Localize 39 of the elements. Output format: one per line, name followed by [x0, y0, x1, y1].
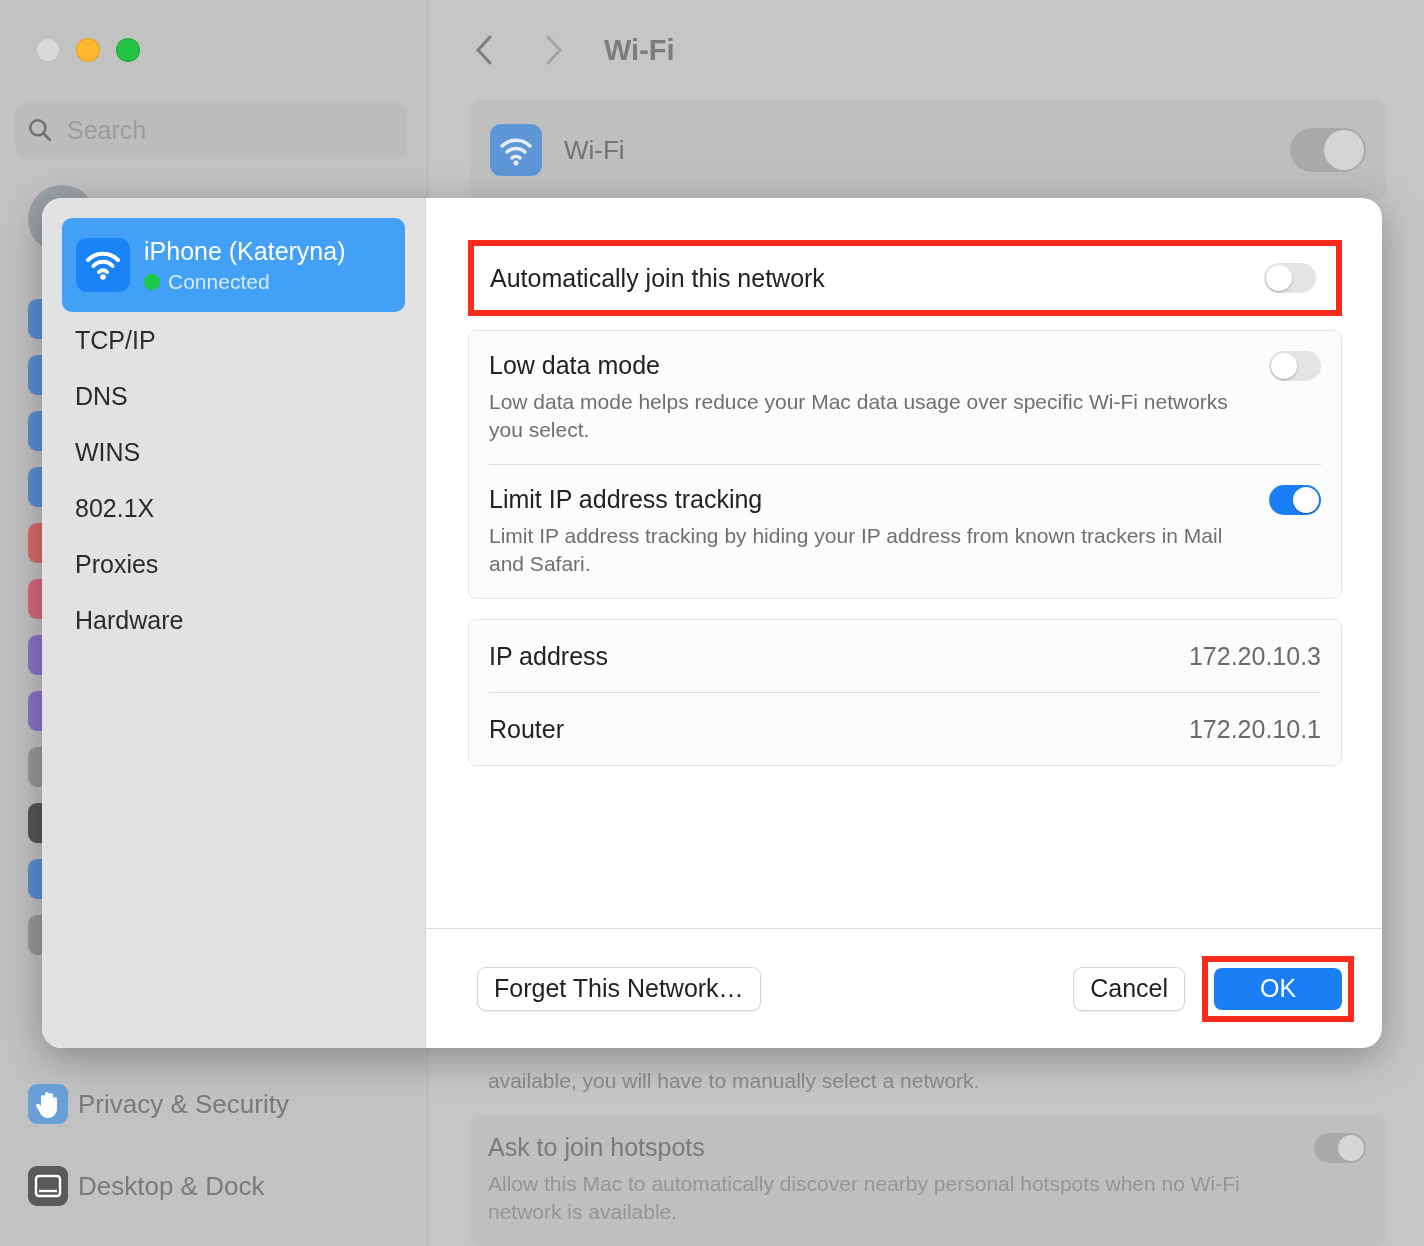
- sidebar-tab[interactable]: Hardware: [62, 592, 184, 648]
- status-dot: [144, 273, 160, 290]
- setting-label: Low data mode: [489, 351, 660, 379]
- setting-label: Limit IP address tracking: [489, 485, 763, 513]
- forget-button[interactable]: Forget This Network…: [478, 967, 760, 1010]
- hand-icon[interactable]: [28, 1084, 68, 1124]
- window-button[interactable]: [116, 38, 140, 62]
- setting-title: Ask to join hotspots: [488, 1133, 705, 1161]
- setting-toggle[interactable]: [1269, 351, 1321, 381]
- setting-description: Limit IP address tracking by hiding your IP address from known trackers in Mail and Safari.: [489, 523, 1224, 577]
- setting-label: Automatically join this network: [490, 263, 825, 293]
- wifi-icon: [490, 124, 542, 176]
- cancel-button[interactable]: Cancel: [1074, 967, 1184, 1010]
- sidebar-tab[interactable]: 802.1X: [62, 480, 155, 536]
- auto-join-toggle[interactable]: [1264, 263, 1316, 293]
- forward-icon[interactable]: [544, 34, 564, 66]
- network-name: iPhone (Kateryna): [144, 236, 346, 266]
- note-text: available, you will have to manually select a network.: [488, 1069, 981, 1093]
- setting-description: Low data mode helps reduce your Mac data usage over specific Wi-Fi networks you select.: [489, 389, 1229, 443]
- network-status: Connected: [168, 269, 270, 294]
- sidebar-tab[interactable]: Proxies: [62, 536, 159, 592]
- sidebar-tab[interactable]: WINS: [62, 424, 141, 480]
- wifi-label: Wi-Fi: [564, 134, 626, 166]
- page-title: Wi-Fi: [604, 33, 675, 67]
- back-icon[interactable]: [474, 34, 494, 66]
- sidebar-tab[interactable]: DNS: [62, 368, 128, 424]
- wifi-toggle[interactable]: [1290, 128, 1366, 172]
- wifi-icon: [76, 238, 130, 292]
- info-value: 172.20.10.3: [1188, 641, 1321, 671]
- dock-icon[interactable]: [28, 1166, 68, 1206]
- info-label: IP address: [489, 641, 609, 671]
- window-button[interactable]: [76, 38, 100, 62]
- window-button[interactable]: [36, 38, 60, 62]
- sidebar-tab[interactable]: TCP/IP: [62, 312, 156, 368]
- hotspot-toggle[interactable]: [1314, 1133, 1366, 1163]
- info-value: 172.20.10.1: [1188, 714, 1321, 744]
- setting-toggle[interactable]: [1269, 485, 1321, 515]
- info-label: Router: [489, 714, 565, 744]
- ok-button[interactable]: OK: [1214, 967, 1342, 1010]
